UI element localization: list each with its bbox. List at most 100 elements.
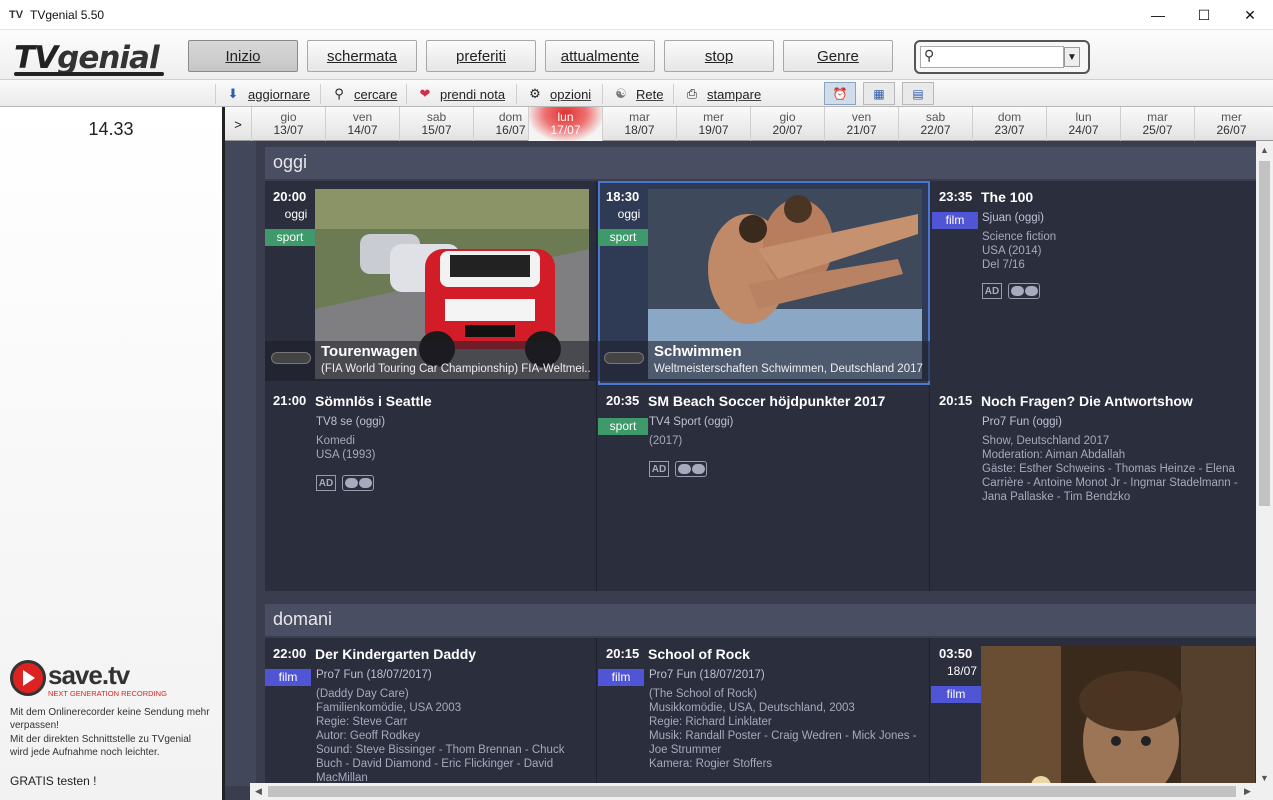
- chevron-down-icon[interactable]: ▼: [1064, 47, 1080, 67]
- date-tab[interactable]: gio 13/07: [251, 107, 325, 141]
- program-info: Sjuan (oggi) Science fiction USA (2014) …: [982, 211, 1258, 272]
- program-time: 21:00: [273, 393, 307, 408]
- toolbar-options-button[interactable]: ⚙ opzioni: [526, 83, 591, 105]
- scrollbar-thumb[interactable]: [1259, 161, 1270, 506]
- date-tab[interactable]: mar 18/07: [602, 107, 676, 141]
- date-tab[interactable]: mer 19/07: [676, 107, 750, 141]
- nav-button-home[interactable]: Inizio: [188, 40, 298, 72]
- program-title: School of Rock: [648, 646, 750, 662]
- program-detail: Autor: Geoff Rodkey: [316, 730, 420, 742]
- program-card-selected[interactable]: 18:30 oggi sport Schwimmen Weltmeistersc…: [598, 181, 930, 385]
- date-tab[interactable]: sab 15/07: [399, 107, 473, 141]
- nav-button-screen[interactable]: schermata: [307, 40, 417, 72]
- date-tab[interactable]: ven 14/07: [325, 107, 399, 141]
- toolbar-network-button[interactable]: ☯ Rete: [612, 83, 663, 105]
- program-channel: Pro7 Fun (18/07/2017): [649, 669, 765, 681]
- dolby-icon: [675, 461, 707, 477]
- savetv-promo: Mit dem Onlinerecorder keine Sendung meh…: [10, 707, 210, 761]
- search-icon: ⚲: [334, 86, 344, 101]
- app-icon: TV: [8, 8, 24, 21]
- program-card[interactable]: 03:50 18/07 film: [931, 638, 1263, 800]
- tomorrow-grid: 22:00 Der Kindergarten Daddy film Pro7 F…: [265, 638, 1256, 800]
- toolbar-bookmark-button[interactable]: ❤ prendi nota: [416, 83, 506, 105]
- list-icon: ▤: [912, 86, 924, 101]
- genre-badge: sport: [265, 229, 315, 246]
- toolbar: ⬇ aggiornare ⚲ cercare ❤ prendi nota ⚙ o…: [0, 80, 1273, 107]
- dolby-icon: [342, 475, 374, 491]
- program-day: 18/07: [946, 664, 978, 678]
- view-clock-button[interactable]: ⏰: [824, 82, 856, 105]
- clock-icon: ⏰: [832, 86, 848, 101]
- date-tab[interactable]: mar 25/07: [1120, 107, 1194, 141]
- program-channel: Pro7 Fun (oggi): [982, 416, 1062, 428]
- today-grid: 20:00 oggi sport Tourenwagen (FIA World …: [265, 181, 1256, 591]
- date-tab[interactable]: gio 20/07: [750, 107, 824, 141]
- minimize-button[interactable]: —: [1135, 0, 1181, 30]
- toolbar-separator: [406, 84, 407, 104]
- program-image: [981, 646, 1255, 800]
- program-card[interactable]: 23:35 The 100 film Sjuan (oggi) Science …: [931, 181, 1263, 385]
- app-logo: TVgenial: [14, 40, 160, 76]
- date-arrow-button[interactable]: >: [225, 107, 251, 141]
- scroll-right-icon[interactable]: ▶: [1239, 783, 1256, 800]
- program-detail: Science fiction: [982, 231, 1057, 243]
- scroll-up-icon[interactable]: ▲: [1256, 141, 1273, 158]
- program-detail: Del 7/16: [982, 259, 1025, 271]
- program-detail: (The School of Rock): [649, 688, 758, 700]
- nav-button-genre[interactable]: Genre: [783, 40, 893, 72]
- program-detail: Regie: Richard Linklater: [649, 716, 772, 728]
- program-info: TV8 se (oggi) Komedi USA (1993): [316, 415, 592, 462]
- date-tab-today[interactable]: lun 17/07: [528, 107, 602, 141]
- program-card[interactable]: 22:00 Der Kindergarten Daddy film Pro7 F…: [265, 638, 597, 800]
- vertical-scrollbar[interactable]: ▲ ▼: [1256, 141, 1273, 786]
- toolbar-print-button[interactable]: ⎙ stampare: [683, 83, 761, 105]
- nav-button-stop[interactable]: stop: [664, 40, 774, 72]
- program-time: 20:15: [606, 646, 640, 661]
- program-channel: TV8 se (oggi): [316, 416, 386, 428]
- toolbar-separator: [215, 84, 216, 104]
- search-combo[interactable]: ⚲ ▼: [914, 40, 1090, 74]
- program-caption: [265, 341, 597, 381]
- date-tab[interactable]: lun 24/07: [1046, 107, 1120, 141]
- program-detail: USA (2014): [982, 245, 1042, 257]
- program-detail: Familienkomödie, USA 2003: [316, 702, 462, 714]
- date-tab[interactable]: sab 22/07: [898, 107, 972, 141]
- program-card[interactable]: 20:15 Noch Fragen? Die Antwortshow Pro7 …: [931, 385, 1263, 591]
- scroll-left-icon[interactable]: ◀: [250, 783, 267, 800]
- program-card[interactable]: 21:00 Sömnlös i Seattle TV8 se (oggi) Ko…: [265, 385, 597, 591]
- nav-button-favorites[interactable]: preferiti: [426, 40, 536, 72]
- heart-icon: ❤: [419, 86, 431, 101]
- program-title: SM Beach Soccer höjdpunkter 2017: [648, 393, 886, 409]
- program-card[interactable]: 20:00 oggi sport Tourenwagen (FIA World …: [265, 181, 597, 385]
- date-tab[interactable]: mer 26/07: [1194, 107, 1268, 141]
- view-list-button[interactable]: ▤: [902, 82, 934, 105]
- network-icon: ☯: [615, 86, 627, 101]
- horizontal-scrollbar[interactable]: ◀ ▶: [250, 783, 1256, 800]
- view-grid-button[interactable]: ▦: [863, 82, 895, 105]
- arrow-down-icon: ⬇: [227, 86, 239, 101]
- program-card[interactable]: 20:15 School of Rock film Pro7 Fun (18/0…: [598, 638, 930, 800]
- channel-logo: [271, 352, 311, 364]
- nav-button-now[interactable]: attualmente: [545, 40, 655, 72]
- search-input[interactable]: [920, 46, 1064, 68]
- toolbar-search-button[interactable]: ⚲ cercare: [330, 83, 397, 105]
- genre-badge: film: [265, 669, 311, 686]
- date-tab[interactable]: ven 21/07: [824, 107, 898, 141]
- program-card[interactable]: 20:35 SM Beach Soccer höjdpunkter 2017 s…: [598, 385, 930, 591]
- section-header-tomorrow: domani: [265, 604, 1256, 636]
- program-detail: USA (1993): [316, 449, 376, 461]
- date-tab[interactable]: dom 23/07: [972, 107, 1046, 141]
- program-flags: AD: [649, 461, 707, 477]
- program-time: 22:00: [273, 646, 307, 661]
- scrollbar-thumb[interactable]: [268, 786, 1236, 797]
- program-channel: Pro7 Fun (18/07/2017): [316, 669, 432, 681]
- maximize-button[interactable]: ☐: [1181, 0, 1227, 30]
- program-flags: AD: [982, 283, 1040, 299]
- close-button[interactable]: ✕: [1227, 0, 1273, 30]
- program-detail: Sound: Steve Bissinger - Thom Brennan - …: [316, 744, 565, 784]
- program-info: Pro7 Fun (18/07/2017) (Daddy Day Care) F…: [316, 668, 592, 785]
- program-channel: Sjuan (oggi): [982, 212, 1045, 224]
- toolbar-update-button[interactable]: ⬇ aggiornare: [224, 83, 311, 105]
- program-time: 18:30: [606, 189, 640, 204]
- savetv-cta-link[interactable]: GRATIS testen !: [10, 774, 96, 788]
